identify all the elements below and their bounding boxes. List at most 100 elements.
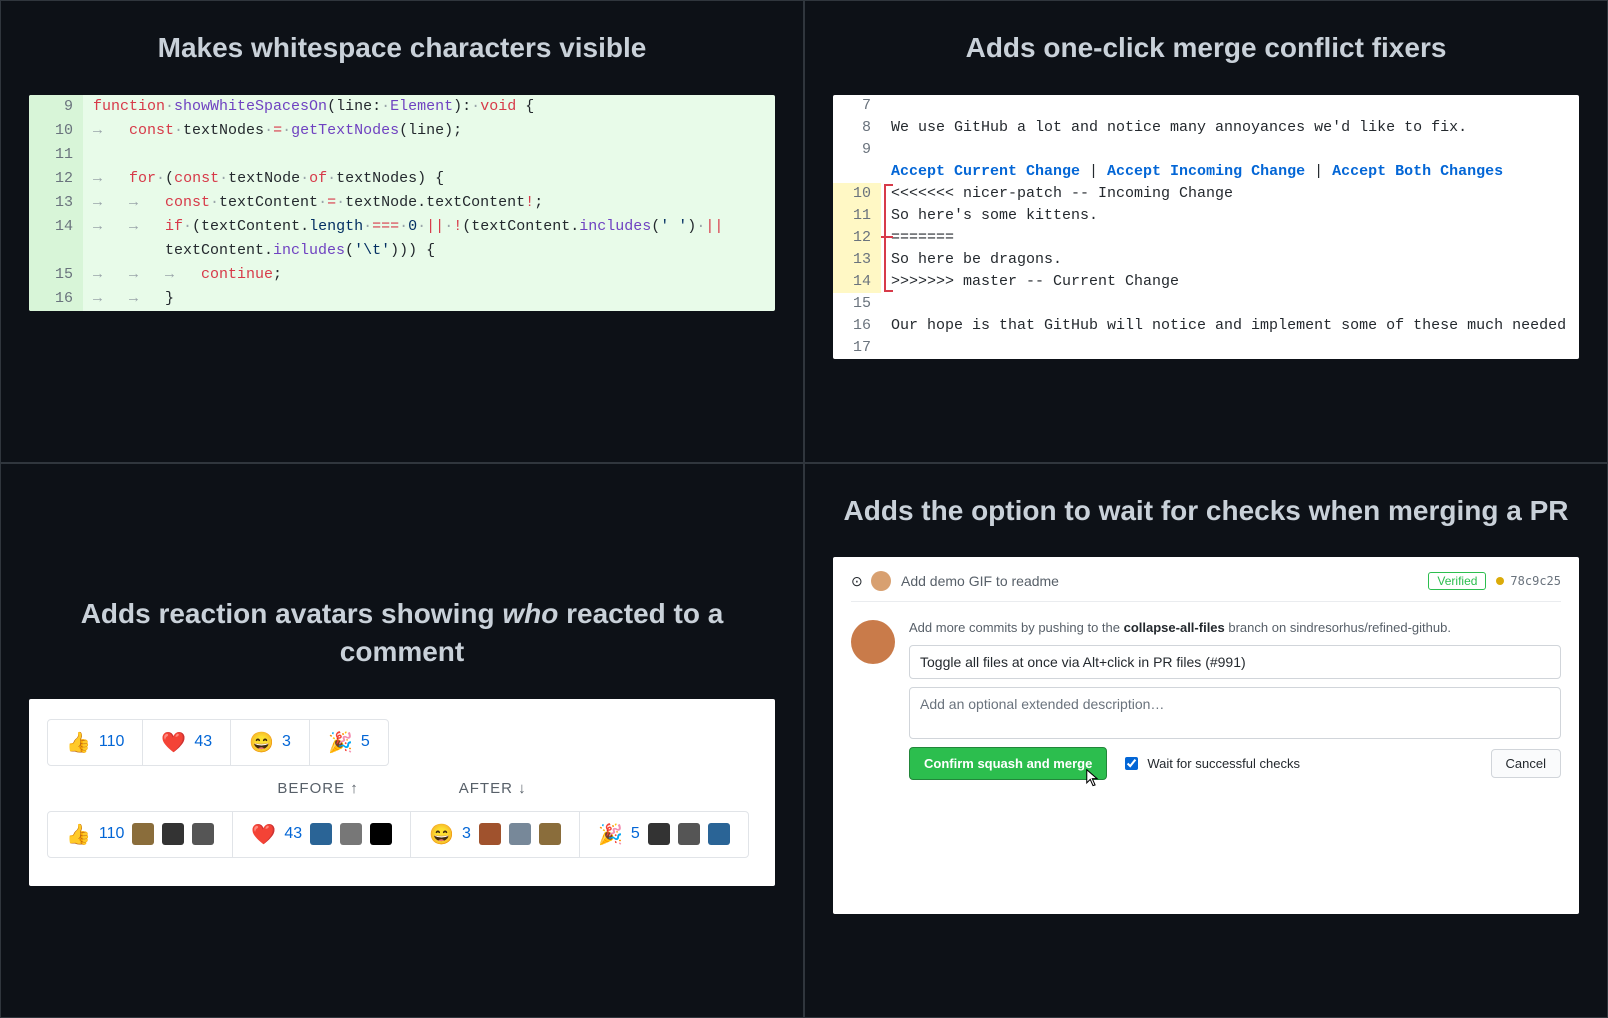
reaction-item[interactable]: 😄3: [411, 812, 580, 857]
line-number: 12: [29, 167, 83, 191]
cursor-icon: [1086, 769, 1100, 787]
conflict-bracket-icon: [881, 183, 895, 293]
feature-wait-checks-title: Adds the option to wait for checks when …: [833, 492, 1579, 530]
reaction-emoji-icon: 😄: [249, 730, 274, 755]
reaction-item[interactable]: ❤️43: [143, 720, 231, 765]
line-number: 13: [833, 249, 881, 271]
accept-incoming-link[interactable]: Accept Incoming Change: [1107, 163, 1305, 180]
status-dot-icon: [1496, 577, 1504, 585]
code-line: → for·(const·textNode·of·textNodes) {: [83, 167, 775, 191]
line-number: 15: [833, 293, 881, 315]
reaction-item[interactable]: 🎉5: [310, 720, 388, 765]
reaction-count: 110: [99, 825, 125, 843]
conflict-line: [881, 293, 1579, 315]
commit-status-dot-icon: ⊙: [851, 573, 861, 590]
reactor-avatar: [310, 823, 332, 845]
line-number: 10: [29, 119, 83, 143]
wait-checks-checkbox[interactable]: [1125, 757, 1138, 770]
code-line: → → if·(textContent.length·===·0·||·!(te…: [83, 215, 775, 239]
conflict-line: [881, 337, 1579, 359]
line-number: 14: [29, 215, 83, 239]
reactor-avatar: [192, 823, 214, 845]
reaction-count: 5: [631, 825, 640, 843]
line-number: 10: [833, 183, 881, 205]
commit-header: ⊙ Add demo GIF to readme Verified 78c9c2…: [851, 571, 1561, 602]
wait-checks-panel: ⊙ Add demo GIF to readme Verified 78c9c2…: [833, 557, 1579, 914]
confirm-merge-button[interactable]: Confirm squash and merge: [909, 747, 1107, 780]
reactor-avatar: [539, 823, 561, 845]
feature-merge-conflict-cell: Adds one-click merge conflict fixers 78W…: [804, 0, 1608, 463]
conflict-line: <<<<<<< nicer-patch -- Incoming Change: [881, 183, 1579, 205]
line-number: 9: [29, 95, 83, 119]
user-avatar: [851, 620, 895, 664]
conflict-line: [881, 139, 1579, 161]
feature-wait-checks-cell: Adds the option to wait for checks when …: [804, 463, 1608, 1018]
line-number: 11: [29, 143, 83, 167]
line-number: 11: [833, 205, 881, 227]
line-number: 16: [29, 287, 83, 311]
line-number: [833, 161, 881, 183]
reaction-count: 43: [194, 733, 212, 751]
code-line: → const·textNodes·=·getTextNodes(line);: [83, 119, 775, 143]
verified-badge: Verified: [1428, 572, 1486, 590]
reactions-before-row: 👍 110 ❤️43😄3🎉5: [47, 719, 389, 766]
code-line: → → → continue;: [83, 263, 775, 287]
reaction-item[interactable]: ❤️ 43: [233, 812, 411, 857]
reaction-item[interactable]: 😄3: [231, 720, 310, 765]
reactor-avatar: [370, 823, 392, 845]
line-number: 12: [833, 227, 881, 249]
reaction-emoji-icon: 😄: [429, 822, 454, 847]
code-preview-panel: 9function·showWhiteSpacesOn(line:·Elemen…: [29, 95, 775, 311]
feature-reactions-title: Adds reaction avatars showing who reacte…: [29, 595, 775, 671]
merge-conflict-panel: 78We use GitHub a lot and notice many an…: [833, 95, 1579, 359]
commit-message: Add demo GIF to readme: [901, 573, 1059, 589]
push-hint: Add more commits by pushing to the colla…: [909, 620, 1561, 635]
reaction-item[interactable]: 🎉5: [580, 812, 748, 857]
reaction-emoji-icon: ❤️: [251, 822, 276, 847]
wait-checks-toggle[interactable]: Wait for successful checks: [1121, 754, 1300, 773]
reaction-item[interactable]: 👍110: [48, 812, 233, 857]
merge-description-input[interactable]: Add an optional extended description…: [909, 687, 1561, 739]
code-line: → → }: [83, 287, 775, 311]
reaction-count: 43: [284, 825, 302, 843]
reactions-panel: 👍110❤️43😄3🎉5 BEFORE ↑ AFTER ↓ 👍110❤️43😄3…: [29, 699, 775, 886]
accept-both-link[interactable]: Accept Both Changes: [1332, 163, 1503, 180]
merge-title-input[interactable]: [909, 645, 1561, 679]
feature-whitespace-title: Makes whitespace characters visible: [29, 29, 775, 67]
line-number: [29, 239, 83, 263]
conflict-line: Accept Current Change | Accept Incoming …: [881, 161, 1579, 183]
line-number: 16: [833, 315, 881, 337]
reactor-avatar: [479, 823, 501, 845]
after-label: AFTER ↓: [459, 780, 527, 797]
reactor-avatar: [340, 823, 362, 845]
reaction-count: 110: [99, 733, 125, 751]
reaction-emoji-icon: 🎉: [328, 730, 353, 755]
conflict-line: =======: [881, 227, 1579, 249]
reactions-labels: BEFORE ↑ AFTER ↓: [33, 780, 771, 797]
line-number: 17: [833, 337, 881, 359]
reactor-avatar: [678, 823, 700, 845]
reaction-count: 3: [462, 825, 471, 843]
line-number: 9: [833, 139, 881, 161]
conflict-line: We use GitHub a lot and notice many anno…: [881, 117, 1579, 139]
reaction-item[interactable]: 👍 110: [48, 720, 143, 765]
cancel-button[interactable]: Cancel: [1491, 749, 1561, 778]
line-number: 14: [833, 271, 881, 293]
reactor-avatar: [132, 823, 154, 845]
accept-current-link[interactable]: Accept Current Change: [891, 163, 1080, 180]
code-line: function·showWhiteSpacesOn(line:·Element…: [83, 95, 775, 119]
conflict-line: So here be dragons.: [881, 249, 1579, 271]
before-label: BEFORE ↑: [277, 780, 358, 797]
line-number: 7: [833, 95, 881, 117]
reactor-avatar: [162, 823, 184, 845]
conflict-line: [881, 95, 1579, 117]
conflict-line: So here's some kittens.: [881, 205, 1579, 227]
author-avatar: [871, 571, 891, 591]
reactions-after-row: 👍110❤️43😄3🎉5: [47, 811, 749, 858]
reactor-avatar: [708, 823, 730, 845]
conflict-line: Our hope is that GitHub will notice and …: [881, 315, 1579, 337]
reaction-emoji-icon: 👍: [66, 730, 91, 755]
conflict-line: >>>>>>> master -- Current Change: [881, 271, 1579, 293]
code-line: → → const·textContent·=·textNode.textCon…: [83, 191, 775, 215]
commit-sha: 78c9c25: [1496, 574, 1561, 588]
